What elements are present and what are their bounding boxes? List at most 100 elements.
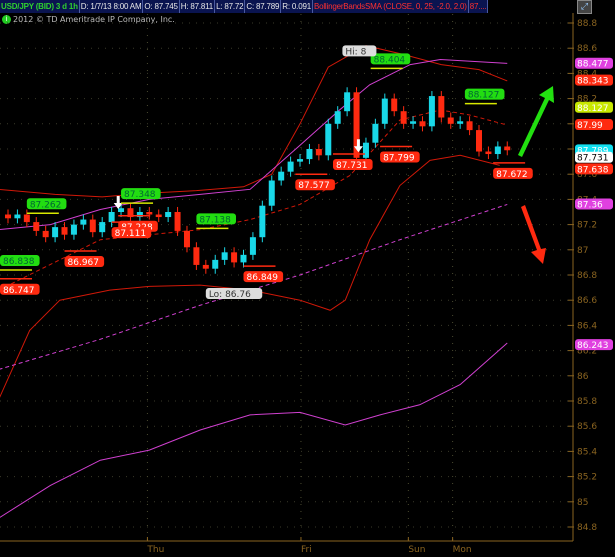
sma-upper-line <box>0 59 508 231</box>
symbol-label[interactable]: USD/JPY (BID) 3 d 1h <box>0 0 80 13</box>
axis-price-tag-text: 88.127 <box>577 104 609 114</box>
y-tick-label: 88.8 <box>577 19 597 29</box>
axis-price-tag-text: 87.36 <box>577 200 603 210</box>
candle-body <box>278 171 285 181</box>
candle-body <box>344 92 351 112</box>
candle-body <box>52 227 59 238</box>
y-tick-label: 85 <box>577 498 588 508</box>
candle-body <box>428 96 435 127</box>
price-tag-text: 87.731 <box>336 161 368 171</box>
price-tag-text: 87.138 <box>199 215 231 225</box>
price-tag-text: 87.672 <box>496 170 528 180</box>
candle-body <box>146 212 153 215</box>
axis-price-tag-text: 88.343 <box>577 77 609 87</box>
candle-body <box>391 98 398 112</box>
candle-body <box>268 180 275 206</box>
x-tick-label: Sun <box>408 545 425 555</box>
candle-body <box>70 224 77 235</box>
y-tick-label: 84.8 <box>577 523 597 533</box>
candle-body <box>466 121 473 131</box>
y-tick-label: 87 <box>577 246 588 256</box>
candle-body <box>118 208 125 212</box>
candle-body <box>306 149 313 160</box>
price-tag-text: 88.127 <box>468 91 500 101</box>
candle-body <box>400 111 407 124</box>
axis-price-tag-text: 87.731 <box>577 154 609 164</box>
y-tick-label: 85.2 <box>577 473 597 483</box>
candle-body <box>447 117 454 124</box>
price-tag-text: 87.577 <box>298 181 330 191</box>
study-label[interactable]: BollingerBandsSMA (CLOSE, 0, 25, -2.0, 2… <box>313 0 469 13</box>
x-tick-label: Thu <box>146 545 164 555</box>
y-tick-label: 86.4 <box>577 321 597 331</box>
candle-body <box>419 121 426 127</box>
sma-lower-line <box>0 342 508 518</box>
candle-body <box>202 264 209 269</box>
x-tick-label: Mon <box>453 545 472 555</box>
axis-price-tag-text: 86.243 <box>577 341 609 351</box>
y-tick-label: 85.6 <box>577 422 597 432</box>
candle-body <box>80 219 87 225</box>
study-value: 87.... <box>469 0 489 13</box>
price-tag-text: Lo: 86.76 <box>209 290 251 300</box>
candle-body <box>334 111 341 124</box>
candle-body <box>372 123 379 143</box>
candle-body <box>457 121 464 124</box>
axis-price-tag-text: 88.477 <box>577 60 609 70</box>
x-tick-label: Fri <box>301 545 312 555</box>
low-readout: L: 87.72 <box>216 0 246 13</box>
y-tick-label: 86 <box>577 372 589 382</box>
candle-body <box>212 259 219 269</box>
price-tag-text: 87.111 <box>115 229 146 239</box>
y-tick-label: 85.4 <box>577 447 597 457</box>
candle-body <box>287 161 294 172</box>
y-tick-label: 85.8 <box>577 397 597 407</box>
price-chart[interactable]: 88.888.688.488.28887.887.687.487.28786.8… <box>0 0 615 557</box>
candle-body <box>33 222 40 231</box>
y-tick-label: 87.2 <box>577 221 597 231</box>
candle-body <box>231 252 238 263</box>
candle-body <box>249 237 256 255</box>
axis-price-tag-text: 87.99 <box>577 121 603 131</box>
up-trend-arrow-icon <box>518 86 554 157</box>
header-bar: USD/JPY (BID) 3 d 1h D: 1/7/13 8:00 AM O… <box>0 0 489 13</box>
price-tag-text: 87.348 <box>124 190 156 200</box>
candle-body <box>485 151 492 155</box>
candle-body <box>174 212 181 231</box>
high-readout: H: 87.811 <box>180 0 216 13</box>
candle-body <box>183 230 190 248</box>
candle-body <box>23 214 30 223</box>
candle-body <box>5 214 11 219</box>
candle-body <box>438 96 445 118</box>
open-readout: O: 87.745 <box>144 0 180 13</box>
candle-body <box>325 123 332 156</box>
candle-body <box>42 230 49 238</box>
candle-body <box>297 159 304 162</box>
price-tag-text: 88.404 <box>374 55 406 65</box>
candle-body <box>165 212 172 218</box>
price-tag-text: 87.262 <box>30 200 62 210</box>
candle-body <box>476 130 482 152</box>
candle-body <box>240 254 247 263</box>
candle-body <box>259 205 266 238</box>
candle-body <box>193 247 200 265</box>
candle-body <box>315 149 322 156</box>
candle-body <box>89 219 96 233</box>
y-tick-label: 86.8 <box>577 271 597 281</box>
y-tick-label: 88.6 <box>577 44 597 54</box>
price-tag-text: 86.849 <box>247 273 279 283</box>
down-trend-arrow-icon <box>521 205 546 264</box>
candle-body <box>410 121 417 124</box>
candle-body <box>61 227 68 235</box>
candle-body <box>494 146 501 155</box>
price-tag-text: 86.838 <box>3 257 35 267</box>
candle-body <box>14 214 21 219</box>
candle-body <box>221 252 228 260</box>
axis-price-tag-text: 87.638 <box>577 165 609 175</box>
candle-body <box>155 214 162 218</box>
price-tag-text: 86.747 <box>3 286 35 296</box>
price-tag-text: Hi: 8 <box>345 47 366 57</box>
candle-body <box>108 212 115 223</box>
close-readout: C: 87.789 <box>246 0 282 13</box>
range-readout: R: 0.091 <box>282 0 313 13</box>
